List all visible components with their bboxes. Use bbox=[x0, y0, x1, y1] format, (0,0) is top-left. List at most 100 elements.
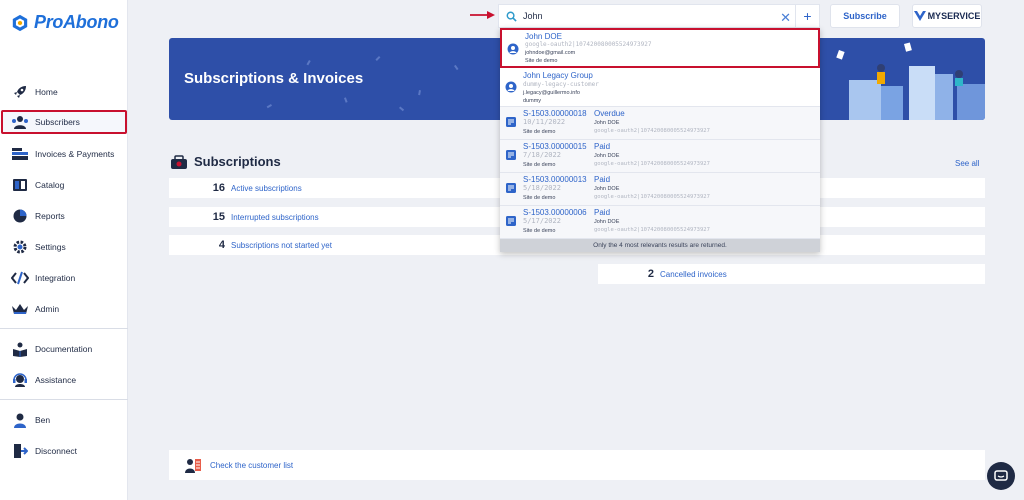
invoice-number: S-1503.00000015 bbox=[523, 142, 587, 151]
sidebar-item-profile[interactable]: Ben bbox=[8, 409, 126, 431]
clear-icon[interactable]: ✕ bbox=[780, 10, 791, 26]
headset-icon bbox=[11, 372, 29, 388]
arrow-annotation-icon bbox=[470, 11, 495, 19]
search-icon bbox=[499, 11, 523, 22]
sidebar-item-label: Reports bbox=[35, 211, 65, 221]
sidebar-item-invoices[interactable]: Invoices & Payments bbox=[8, 143, 126, 165]
sidebar-item-label: Home bbox=[35, 87, 58, 97]
sidebar-item-documentation[interactable]: Documentation bbox=[8, 338, 126, 360]
customer-list-label: Check the customer list bbox=[210, 460, 294, 470]
invoice-status: Paid bbox=[594, 142, 611, 151]
sidebar-item-label: Ben bbox=[35, 415, 51, 425]
user-icon bbox=[11, 412, 29, 428]
sidebar: ProAbono Home Subscribers Invoices & Pay… bbox=[0, 0, 128, 500]
page-title: Subscriptions & Invoices bbox=[184, 70, 364, 87]
result-name: John Legacy Group bbox=[523, 71, 593, 80]
invoice-date: 5/17/2022 bbox=[523, 217, 561, 225]
sidebar-item-home[interactable]: Home bbox=[8, 81, 126, 103]
customer-avatar-icon bbox=[505, 81, 517, 93]
invoice-status: Overdue bbox=[594, 109, 625, 118]
search-result-customer[interactable]: John Legacy Group dummy-legacy-customer … bbox=[500, 68, 820, 107]
sidebar-item-label: Integration bbox=[35, 273, 76, 283]
invoice-icon bbox=[506, 117, 516, 127]
result-site: dummy bbox=[523, 98, 542, 104]
sidebar-item-label: Admin bbox=[35, 304, 60, 314]
service-label: MYSERVICE bbox=[927, 11, 981, 21]
sidebar-item-settings[interactable]: Settings bbox=[8, 236, 126, 258]
invoice-icon bbox=[506, 150, 516, 160]
sidebar-item-subscribers[interactable]: Subscribers bbox=[1, 110, 127, 134]
subscribe-button[interactable]: Subscribe bbox=[830, 4, 900, 28]
sidebar-item-admin[interactable]: Admin bbox=[8, 298, 126, 320]
invoice-number: S-1503.00000018 bbox=[523, 109, 587, 118]
invoice-status: Paid bbox=[594, 175, 611, 184]
result-email: johndoe@gmail.com bbox=[525, 50, 576, 56]
invoice-ref: google-oauth2|107420080005524973927 bbox=[594, 227, 710, 233]
users-icon bbox=[11, 114, 29, 130]
sidebar-item-reports[interactable]: Reports bbox=[8, 205, 126, 227]
result-site: Site de demo bbox=[525, 58, 558, 64]
search-result-invoice[interactable]: S-1503.00000018 10/11/2022 Site de demo … bbox=[500, 107, 820, 140]
customer-list-link[interactable]: Check the customer list bbox=[169, 450, 985, 480]
service-selector[interactable]: MYSERVICE bbox=[912, 4, 982, 28]
result-ref: google-oauth2|107420080005524973927 bbox=[525, 41, 652, 48]
gear-icon bbox=[11, 239, 29, 255]
sidebar-item-assistance[interactable]: Assistance bbox=[8, 369, 126, 391]
sidebar-item-label: Invoices & Payments bbox=[35, 149, 115, 159]
stat-count: 4 bbox=[218, 239, 225, 251]
stat-link[interactable]: Active subscriptions bbox=[231, 184, 302, 193]
sidebar-item-label: Assistance bbox=[35, 375, 77, 385]
subscriptions-icon bbox=[171, 154, 187, 169]
search-result-invoice[interactable]: S-1503.00000006 5/17/2022 Site de demo P… bbox=[500, 206, 820, 239]
crown-icon bbox=[11, 301, 29, 317]
stat-count: 16 bbox=[212, 182, 225, 194]
rocket-icon bbox=[11, 84, 29, 100]
stat-link[interactable]: Subscriptions not started yet bbox=[231, 241, 332, 250]
logout-icon bbox=[11, 443, 29, 459]
search-results-dropdown: John DOE google-oauth2|10742008000552497… bbox=[500, 28, 820, 252]
customer-avatar-icon bbox=[507, 43, 519, 55]
stat-link[interactable]: Cancelled invoices bbox=[660, 270, 727, 279]
chat-icon bbox=[994, 469, 1008, 481]
add-icon[interactable]: + bbox=[795, 5, 819, 27]
invoice-date: 5/18/2022 bbox=[523, 184, 561, 192]
invoice-icon bbox=[506, 216, 516, 226]
search-result-invoice[interactable]: S-1503.00000015 7/18/2022 Site de demo P… bbox=[500, 140, 820, 173]
section-title: Subscriptions bbox=[194, 154, 281, 169]
app-logo[interactable]: ProAbono bbox=[11, 12, 119, 33]
search-bar: ✕ + bbox=[498, 4, 820, 28]
invoice-customer: John DOE bbox=[594, 186, 620, 192]
invoice-ref: google-oauth2|107420080005524973927 bbox=[594, 194, 710, 200]
stat-row-cancelled-invoices: 2 Cancelled invoices bbox=[598, 264, 985, 284]
see-all-link[interactable]: See all bbox=[955, 159, 979, 168]
subscriptions-header: Subscriptions bbox=[170, 154, 281, 169]
logo-mark-icon bbox=[12, 14, 28, 31]
result-ref: dummy-legacy-customer bbox=[523, 81, 599, 88]
invoice-date: 10/11/2022 bbox=[523, 118, 566, 126]
invoice-number: S-1503.00000006 bbox=[523, 208, 587, 217]
sidebar-item-label: Disconnect bbox=[35, 446, 78, 456]
invoice-icon bbox=[506, 183, 516, 193]
sidebar-item-disconnect[interactable]: Disconnect bbox=[8, 440, 126, 462]
pie-chart-icon bbox=[11, 208, 29, 224]
sidebar-item-label: Catalog bbox=[35, 180, 65, 190]
search-result-customer[interactable]: John DOE google-oauth2|10742008000552497… bbox=[500, 28, 820, 68]
sidebar-divider bbox=[0, 399, 128, 400]
stat-count: 15 bbox=[212, 211, 225, 223]
stat-link[interactable]: Interrupted subscriptions bbox=[231, 213, 319, 222]
result-email: j.legacy@guillermo.info bbox=[523, 90, 580, 96]
logo-text: ProAbono bbox=[34, 12, 119, 32]
invoices-icon bbox=[11, 146, 29, 162]
search-result-invoice[interactable]: S-1503.00000013 5/18/2022 Site de demo P… bbox=[500, 173, 820, 206]
customer-list-icon bbox=[185, 459, 201, 473]
search-input[interactable] bbox=[523, 11, 763, 21]
stat-count: 2 bbox=[647, 268, 654, 280]
chat-button[interactable] bbox=[987, 462, 1015, 490]
invoice-number: S-1503.00000013 bbox=[523, 175, 587, 184]
catalog-icon bbox=[11, 177, 29, 193]
sidebar-item-catalog[interactable]: Catalog bbox=[8, 174, 126, 196]
invoice-date: 7/18/2022 bbox=[523, 151, 561, 159]
invoice-ref: google-oauth2|107420080005524973927 bbox=[594, 128, 710, 134]
invoice-site: Site de demo bbox=[523, 195, 556, 201]
sidebar-item-integration[interactable]: Integration bbox=[8, 267, 126, 289]
